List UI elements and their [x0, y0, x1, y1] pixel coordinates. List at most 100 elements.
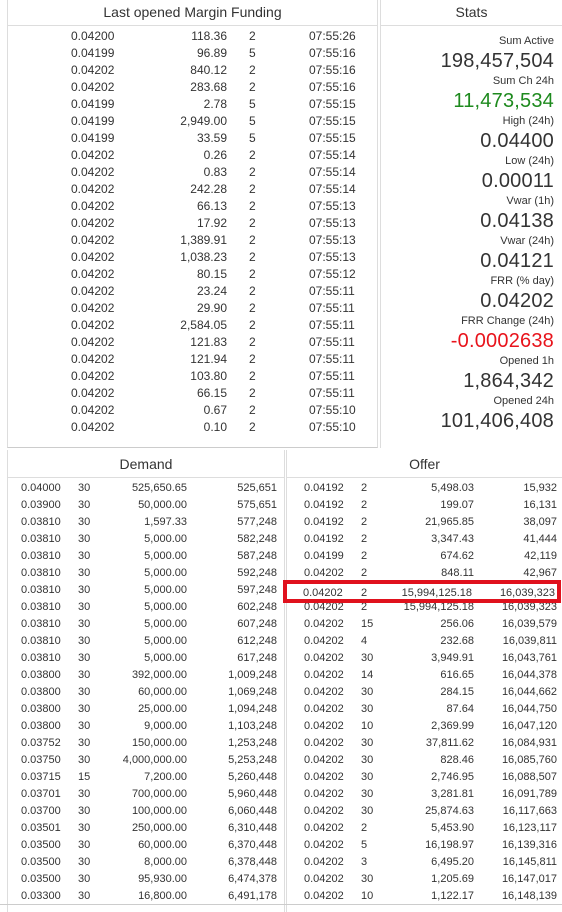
- offer-row[interactable]: 0.04192 2 199.07 16,131: [287, 497, 562, 514]
- offer-row[interactable]: 0.04202 30 1,205.69 16,147,017: [287, 871, 562, 888]
- offer-row[interactable]: 0.04202 30 828.46 16,085,760: [287, 752, 562, 769]
- last-opened-row[interactable]: 0.04202 80.15 2 07:55:12: [8, 266, 377, 283]
- offer-row[interactable]: 0.04192 2 3,347.43 41,444: [287, 531, 562, 548]
- last-opened-row[interactable]: 0.04202 66.15 2 07:55:11: [8, 385, 377, 402]
- last-opened-row[interactable]: 0.04202 242.28 2 07:55:14: [8, 181, 377, 198]
- amount-cell: 222.59: [440, 905, 474, 908]
- last-opened-row[interactable]: 0.04199 2.78 5 07:55:15: [8, 96, 377, 113]
- demand-row[interactable]: 0.03501 30 250,000.00 6,310,448: [8, 820, 284, 837]
- demand-row[interactable]: 0.04000 30 525,650.65 525,651: [8, 480, 284, 497]
- demand-row[interactable]: 0.03800 30 392,000.00 1,009,248: [8, 667, 284, 684]
- rate-cell: 0.03800: [21, 720, 61, 732]
- offer-row[interactable]: 0.04202 30 25,874.63 16,117,663: [287, 803, 562, 820]
- amount-cell: 7,200.00: [144, 771, 187, 783]
- offer-row[interactable]: 0.04202 30 37,811.62 16,084,931: [287, 735, 562, 752]
- offer-row[interactable]: 0.04202 15 256.06 16,039,579: [287, 616, 562, 633]
- demand-row[interactable]: 0.03500 30 95,930.00 6,474,378: [8, 871, 284, 888]
- highlighted-offer-row[interactable]: 0.04202 2 15,994,125.18 16,039,323: [283, 580, 561, 603]
- period-cell: 30: [78, 873, 91, 885]
- last-opened-row[interactable]: 0.04202 283.68 2 07:55:16: [8, 79, 377, 96]
- last-opened-row[interactable]: 0.04202 121.83 2 07:55:11: [8, 334, 377, 351]
- last-opened-row[interactable]: 0.04202 23.24 2 07:55:11: [8, 283, 377, 300]
- rate-cell: 0.04202: [71, 436, 114, 438]
- demand-row[interactable]: 0.03810 30 5,000.00 617,248: [8, 650, 284, 667]
- rate-cell: 0.03800: [21, 686, 61, 698]
- demand-row[interactable]: 0.03810 30 5,000.00 612,248: [8, 633, 284, 650]
- last-opened-row[interactable]: 0.04202 0.01 2 07:55:10: [8, 436, 377, 438]
- offer-row[interactable]: 0.04192 2 5,498.03 15,932: [287, 480, 562, 497]
- demand-row[interactable]: 0.03800 30 60,000.00 1,069,248: [8, 684, 284, 701]
- rate-cell: 0.04192: [304, 499, 344, 511]
- demand-row[interactable]: 0.03500 30 8,000.00 6,378,448: [8, 854, 284, 871]
- last-opened-row[interactable]: 0.04202 0.10 2 07:55:10: [8, 419, 377, 436]
- offer-row[interactable]: 0.04202 10 2,369.99 16,047,120: [287, 718, 562, 735]
- demand-row[interactable]: 0.03752 30 150,000.00 1,253,248: [8, 735, 284, 752]
- last-opened-row[interactable]: 0.04202 0.83 2 07:55:14: [8, 164, 377, 181]
- offer-row[interactable]: 0.04202 30 222.59 16,148,362: [287, 905, 562, 908]
- rate-cell: 0.04202: [304, 822, 344, 834]
- last-opened-row[interactable]: 0.04202 0.67 2 07:55:10: [8, 402, 377, 419]
- demand-row[interactable]: 0.03800 30 9,000.00 1,103,248: [8, 718, 284, 735]
- demand-row[interactable]: 0.03201 30 500,000.00 6,991,178: [8, 905, 284, 908]
- last-opened-row[interactable]: 0.04202 29.90 2 07:55:11: [8, 300, 377, 317]
- demand-row[interactable]: 0.03715 15 7,200.00 5,260,448: [8, 769, 284, 786]
- demand-row[interactable]: 0.03810 30 5,000.00 587,248: [8, 548, 284, 565]
- period-cell: 15: [361, 618, 374, 630]
- amount-cell: 87.64: [446, 703, 474, 715]
- demand-row[interactable]: 0.03810 30 5,000.00 582,248: [8, 531, 284, 548]
- offer-row[interactable]: 0.04202 2 5,453.90 16,123,117: [287, 820, 562, 837]
- last-opened-row[interactable]: 0.04202 66.13 2 07:55:13: [8, 198, 377, 215]
- demand-row[interactable]: 0.03810 30 5,000.00 592,248: [8, 565, 284, 582]
- last-opened-row[interactable]: 0.04202 17.92 2 07:55:13: [8, 215, 377, 232]
- offer-row[interactable]: 0.04202 30 3,949.91 16,043,761: [287, 650, 562, 667]
- total-cell: 15,932: [523, 482, 557, 494]
- amount-cell: 3,347.43: [431, 533, 474, 545]
- demand-row[interactable]: 0.03810 30 5,000.00 602,248: [8, 599, 284, 616]
- last-opened-row[interactable]: 0.04202 2,584.05 2 07:55:11: [8, 317, 377, 334]
- amount-cell: 5,000.00: [144, 567, 187, 579]
- offer-row[interactable]: 0.04192 2 21,965.85 38,097: [287, 514, 562, 531]
- demand-row[interactable]: 0.03900 30 50,000.00 575,651: [8, 497, 284, 514]
- demand-row[interactable]: 0.03810 30 5,000.00 597,248: [8, 582, 284, 599]
- offer-row[interactable]: 0.04202 30 284.15 16,044,662: [287, 684, 562, 701]
- last-opened-row[interactable]: 0.04202 103.80 2 07:55:11: [8, 368, 377, 385]
- offer-row[interactable]: 0.04202 30 87.64 16,044,750: [287, 701, 562, 718]
- last-opened-row[interactable]: 0.04199 2,949.00 5 07:55:15: [8, 113, 377, 130]
- time-cell: 07:55:11: [309, 386, 355, 400]
- last-opened-row[interactable]: 0.04202 121.94 2 07:55:11: [8, 351, 377, 368]
- last-opened-row[interactable]: 0.04202 1,038.23 2 07:55:13: [8, 249, 377, 266]
- amount-cell: 8,000.00: [144, 856, 187, 868]
- rate-cell: 0.04202: [304, 720, 344, 732]
- offer-row[interactable]: 0.04202 3 6,495.20 16,145,811: [287, 854, 562, 871]
- rate-cell: 0.04202: [304, 754, 344, 766]
- rate-cell: 0.04202: [304, 873, 344, 885]
- offer-row[interactable]: 0.04202 14 616.65 16,044,378: [287, 667, 562, 684]
- stat-value: 198,457,504: [440, 50, 554, 72]
- demand-row[interactable]: 0.03700 30 100,000.00 6,060,448: [8, 803, 284, 820]
- amount-cell: 5,000.00: [144, 550, 187, 562]
- stat-label: Vwar (1h): [506, 195, 554, 207]
- last-opened-row[interactable]: 0.04199 33.59 5 07:55:15: [8, 130, 377, 147]
- last-opened-row[interactable]: 0.04202 0.26 2 07:55:14: [8, 147, 377, 164]
- demand-row[interactable]: 0.03800 30 25,000.00 1,094,248: [8, 701, 284, 718]
- demand-row[interactable]: 0.03810 30 5,000.00 607,248: [8, 616, 284, 633]
- offer-row[interactable]: 0.04202 10 1,122.17 16,148,139: [287, 888, 562, 905]
- demand-row[interactable]: 0.03750 30 4,000,000.00 5,253,248: [8, 752, 284, 769]
- period-cell: 5: [249, 131, 256, 145]
- amount-cell: 5,000.00: [144, 635, 187, 647]
- last-opened-row[interactable]: 0.04202 840.12 2 07:55:16: [8, 62, 377, 79]
- offer-row[interactable]: 0.04202 5 16,198.97 16,139,316: [287, 837, 562, 854]
- offer-row[interactable]: 0.04202 30 3,281.81 16,091,789: [287, 786, 562, 803]
- demand-row[interactable]: 0.03300 30 16,800.00 6,491,178: [8, 888, 284, 905]
- demand-row[interactable]: 0.03500 30 60,000.00 6,370,448: [8, 837, 284, 854]
- demand-row[interactable]: 0.03701 30 700,000.00 5,960,448: [8, 786, 284, 803]
- last-opened-row[interactable]: 0.04199 96.89 5 07:55:16: [8, 45, 377, 62]
- last-opened-row[interactable]: 0.04200 118.36 2 07:55:26: [8, 28, 377, 45]
- rate-cell: 0.04202: [304, 686, 344, 698]
- offer-row[interactable]: 0.04202 4 232.68 16,039,811: [287, 633, 562, 650]
- offer-row[interactable]: 0.04199 2 674.62 42,119: [287, 548, 562, 565]
- stat-value: 1,864,342: [463, 370, 554, 392]
- demand-row[interactable]: 0.03810 30 1,597.33 577,248: [8, 514, 284, 531]
- last-opened-row[interactable]: 0.04202 1,389.91 2 07:55:13: [8, 232, 377, 249]
- offer-row[interactable]: 0.04202 30 2,746.95 16,088,507: [287, 769, 562, 786]
